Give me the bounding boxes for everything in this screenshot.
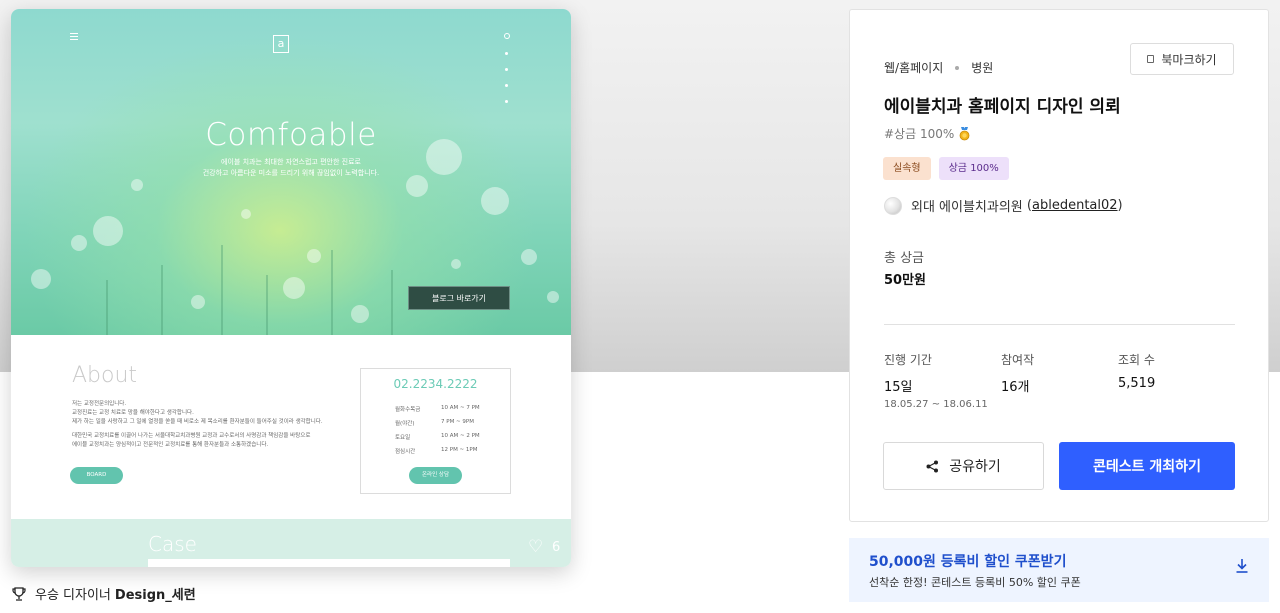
- stat-period-label: 진행 기간: [884, 353, 932, 367]
- bokeh-light: [31, 269, 51, 289]
- client-info: 외대 에이블치과의원 (abledental02): [884, 196, 1123, 215]
- slide-dots: [504, 33, 511, 116]
- bokeh-light: [521, 249, 537, 265]
- designer-label: 우승 디자이너: [35, 588, 111, 603]
- bokeh-light: [93, 216, 123, 246]
- bokeh-light: [547, 291, 559, 303]
- winner-designer: 우승 디자이너 Design_세련: [11, 584, 196, 603]
- preview-hero: a Comfoable 에이블 치과는 최대한 자연스럽고 편안한 진료로 건강…: [11, 9, 571, 335]
- grass-blade: [221, 245, 223, 335]
- divider: [884, 324, 1235, 325]
- prize-label: 총 상금: [884, 251, 925, 266]
- bokeh-light: [481, 187, 509, 215]
- stat-entries-label: 참여작: [1001, 353, 1035, 367]
- contest-info-panel: 웹/홈페이지 병원 북마크하기 에이블치과 홈페이지 디자인 의뢰 #상금 10…: [849, 9, 1269, 522]
- medal-icon: [959, 126, 970, 140]
- category-primary[interactable]: 웹/홈페이지: [884, 59, 943, 76]
- share-button[interactable]: 공유하기: [883, 442, 1044, 490]
- bookmark-label: 북마크하기: [1161, 52, 1217, 67]
- bokeh-light: [307, 249, 321, 263]
- menu-icon: [70, 33, 78, 40]
- stat-period-dates: 18.05.27 ~ 18.06.11: [884, 399, 988, 410]
- client-name: 외대 에이블치과의원: [911, 200, 1023, 215]
- grass-blade: [391, 270, 393, 335]
- stat-views-value: 5,519: [1118, 376, 1156, 391]
- avatar: [884, 196, 902, 215]
- share-label: 공유하기: [949, 459, 1001, 475]
- consult-button: 온라인 상담: [409, 467, 462, 484]
- grass-blade: [161, 265, 163, 335]
- stat-period-value: 15일: [884, 380, 913, 395]
- bokeh-light: [71, 235, 87, 251]
- bokeh-light: [351, 305, 369, 323]
- grass-blade: [331, 250, 333, 335]
- phone-number: 02.2234.2222: [393, 377, 478, 391]
- coupon-banner[interactable]: 50,000원 등록비 할인 쿠폰받기 선착순 한정! 콘테스트 등록비 50%…: [849, 538, 1269, 602]
- prize-value: 50만원: [884, 273, 927, 288]
- grass-blade: [106, 280, 108, 335]
- share-icon: [926, 460, 939, 472]
- contest-title: 에이블치과 홈페이지 디자인 의뢰: [884, 97, 1121, 117]
- heart-icon[interactable]: ♡: [528, 537, 543, 557]
- hours-row: 토요일 10 AM ~ 2 PM: [395, 433, 480, 441]
- coupon-subtitle: 선착순 한정! 콘테스트 등록비 50% 할인 쿠폰: [869, 576, 1081, 589]
- bokeh-light: [241, 209, 251, 219]
- trophy-icon: [12, 586, 26, 601]
- hours-row: 점심시간 12 PM ~ 1PM: [395, 447, 478, 455]
- bookmark-button[interactable]: 북마크하기: [1130, 43, 1234, 75]
- client-id-link[interactable]: abledental02: [1032, 198, 1118, 213]
- coupon-title: 50,000원 등록비 할인 쿠폰받기: [869, 554, 1067, 570]
- case-title: Case: [148, 532, 197, 556]
- bokeh-light: [191, 295, 205, 309]
- hero-title: Comfoable: [205, 117, 377, 153]
- like-count: 6: [552, 540, 561, 555]
- stat-views-label: 조회 수: [1118, 353, 1155, 367]
- contest-tagline: #상금 100%: [884, 125, 971, 142]
- grass-blade: [266, 275, 268, 335]
- hero-subtitle: 에이블 치과는 최대한 자연스럽고 편안한 진료로 건강하고 아름다운 미소를 …: [202, 158, 380, 177]
- hours-row: 월화수목금 10 AM ~ 7 PM: [395, 405, 480, 413]
- category-secondary[interactable]: 병원: [971, 59, 993, 76]
- bokeh-light: [283, 277, 305, 299]
- badge-group: 실속형 상금 100%: [883, 157, 1017, 180]
- badge-prize: 상금 100%: [938, 157, 1009, 180]
- about-title: About: [72, 363, 138, 388]
- hours-row: 월(야간) 7 PM ~ 9PM: [395, 419, 474, 427]
- case-content: [148, 559, 510, 567]
- bokeh-light: [131, 179, 143, 191]
- stat-entries-value: 16개: [1001, 380, 1030, 395]
- category-breadcrumb: 웹/홈페이지 병원: [884, 59, 993, 76]
- bookmark-icon: [1147, 55, 1155, 63]
- hours-box: 02.2234.2222 월화수목금 10 AM ~ 7 PM 월(야간) 7 PM…: [360, 368, 511, 494]
- badge-type: 실속형: [883, 157, 931, 180]
- bokeh-light: [451, 259, 461, 269]
- board-button: BOARD: [70, 467, 123, 484]
- about-text: 저는 교정전문의입니다. 교정진료는 교정 치료로 망을 해야한다고 생각합니다…: [72, 401, 323, 448]
- separator-dot: [955, 65, 960, 70]
- open-contest-button[interactable]: 콘테스트 개최하기: [1059, 442, 1235, 490]
- blog-button: 블로그 바로가기: [408, 286, 510, 310]
- design-preview-image[interactable]: a Comfoable 에이블 치과는 최대한 자연스럽고 편안한 진료로 건강…: [11, 9, 571, 567]
- site-logo: a: [273, 35, 289, 53]
- download-icon[interactable]: [1235, 558, 1249, 574]
- designer-name[interactable]: Design_세련: [115, 584, 196, 603]
